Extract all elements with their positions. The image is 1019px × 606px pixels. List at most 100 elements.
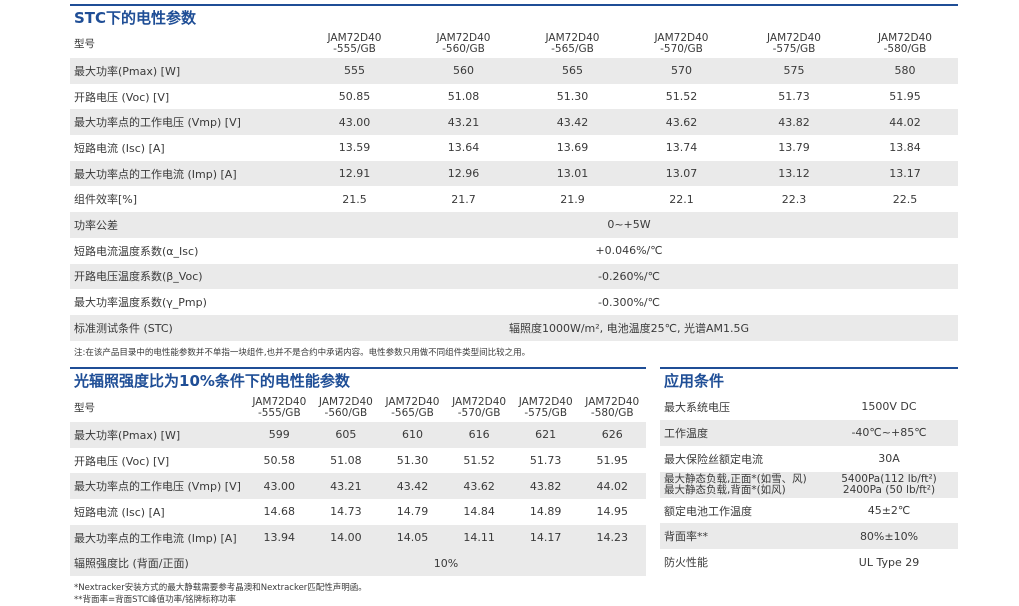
low-row-value: 14.23 [596, 531, 629, 545]
stc-row-value: 13.01 [556, 167, 589, 181]
app-row-label: 最大系统电压 [664, 400, 730, 414]
low-row-value: 14.11 [463, 531, 495, 545]
stc-row-value: 43.62 [665, 115, 698, 129]
stc-row-label: 开路电压 (Voc) [V] [74, 90, 170, 104]
stc-row-value: 13.74 [665, 141, 698, 155]
low-row-value: 14.68 [263, 505, 296, 519]
app-row: 防火性能 UL Type 29 [660, 549, 958, 575]
stc-row-label: 最大功率点的工作电压 (Vmp) [V] [74, 116, 241, 130]
stc-model-header: JAM72D40 -575/GB [767, 32, 821, 55]
stc-row-value: 560 [453, 64, 474, 78]
stc-row-value: 575 [783, 64, 805, 78]
stc-row-value: 43.00 [338, 115, 371, 129]
stc-note: 注:在该产品目录中的电性能参数并不单指一块组件,也并不是合约中承诺内容。电性参数… [74, 348, 531, 358]
stc-data-row: 组件效率[%] 21.5 21.7 21.9 22.1 22.3 22.5 [70, 186, 958, 212]
stc-span-row: 最大功率温度系数(γ_Pmp) -0.300%/℃ [70, 289, 958, 315]
stc-row-value: 51.08 [447, 90, 480, 104]
stc-row-value: 555 [344, 64, 365, 78]
low-row-value: 51.73 [529, 454, 562, 468]
low-data-row: 最大功率点的工作电流 (Imp) [A] 13.94 14.00 14.05 14.11… [70, 524, 646, 551]
low-row-value: 14.89 [529, 505, 562, 519]
low-header-label: 型号 [74, 401, 95, 414]
stc-span-value: -0.260%/℃ [598, 269, 660, 283]
low-row-value: 599 [268, 428, 290, 442]
stc-table: 型号 JAM72D40 -555/GB JAM72D40 -560/GB JAM72D… [70, 30, 958, 341]
low-row-value: 14.73 [330, 505, 362, 519]
stc-model-header: JAM72D40 -560/GB [436, 32, 491, 55]
low-row-value: 605 [335, 428, 357, 442]
low-data-row: 开路电压 (Voc) [V] 50.58 51.08 51.30 51.52 51.73 5… [70, 448, 646, 474]
app-row-value: 1500V DC [861, 400, 917, 414]
stc-model-header: JAM72D40 -565/GB [545, 32, 600, 55]
stc-row-value: 13.07 [665, 167, 698, 181]
footnote-bifaciality: **背面率=背面STC峰值功率/铭牌标称功率 [74, 595, 237, 605]
low-row-value: 626 [601, 428, 623, 442]
application-table: 最大系统电压 1500V DC 工作温度 -40℃~+85℃ 最大保险丝额定电流 30A 最… [660, 394, 958, 575]
low-data-row: 最大功率(Pmax) [W] 599 605 610 616 621 626 [70, 422, 646, 448]
low-row-value: 610 [401, 428, 423, 442]
low-row-value: 51.52 [463, 454, 495, 468]
app-row-value: 45±2℃ [867, 504, 911, 517]
stc-row-value: 51.52 [665, 90, 698, 104]
low-irradiance-section-title: 光辐照强度比为10%条件下的电性能参数 [70, 367, 646, 391]
application-section-title: 应用条件 [660, 367, 958, 391]
app-row: 额定电池工作温度 45±2℃ [660, 498, 958, 524]
stc-span-label: 开路电压温度系数(β_Voc) [74, 270, 203, 284]
stc-data-row: 最大功率(Pmax) [W] 555 560 565 570 575 580 [70, 58, 958, 84]
stc-model-header: JAM72D40 -580/GB [878, 32, 932, 55]
low-row-value: 14.05 [396, 531, 429, 545]
app-row-label: 工作温度 [664, 426, 708, 440]
low-row-value: 621 [535, 428, 557, 442]
stc-row-value: 13.12 [778, 167, 810, 181]
stc-data-row: 短路电流 (Isc) [A] 13.59 13.64 13.69 13.74 13.79 1… [70, 135, 958, 161]
stc-row-label: 组件效率[%] [74, 193, 138, 207]
low-ratio-value: 10% [433, 556, 459, 570]
app-row: 最大保险丝额定电流 30A [660, 446, 958, 472]
low-row-value: 50.58 [263, 454, 296, 468]
stc-span-value: +0.046%/℃ [595, 244, 663, 258]
low-row-value: 14.84 [463, 505, 495, 519]
stc-span-label: 标准测试条件 (STC) [74, 321, 173, 335]
stc-row-value: 13.79 [778, 141, 810, 155]
stc-row-value: 43.21 [447, 115, 480, 129]
app-row-value: -40℃~+85℃ [851, 426, 927, 440]
low-irradiance-table: 型号 JAM72D40 -555/GB JAM72D40 -560/GB JAM72D… [70, 394, 646, 577]
low-data-row: 短路电流 (Isc) [A] 14.68 14.73 14.79 14.84 14.89 1… [70, 499, 646, 525]
stc-row-value: 13.64 [447, 141, 480, 155]
app-row-label: 最大静态负载,正面*(如雪、风) 最大静态负载,背面*(如风) [664, 472, 807, 496]
stc-span-label: 功率公差 [74, 218, 118, 232]
stc-section-title: STC下的电性参数 [70, 4, 958, 28]
low-row-value: 51.08 [330, 454, 362, 468]
low-row-value: 43.82 [529, 479, 562, 493]
stc-row-value: 580 [894, 64, 916, 78]
stc-data-row: 最大功率点的工作电流 (Imp) [A] 12.91 12.96 13.01 13.07… [70, 160, 958, 187]
stc-span-row: 开路电压温度系数(β_Voc) -0.260%/℃ [70, 263, 958, 290]
stc-row-value: 22.1 [669, 192, 694, 206]
app-row-value: 5400Pa(112 lb/ft²) 2400Pa (50 lb/ft²) [841, 472, 937, 496]
app-row: 工作温度 -40℃~+85℃ [660, 419, 958, 446]
app-row: 最大静态负载,正面*(如雪、风) 最大静态负载,背面*(如风) 5400Pa(11… [660, 471, 958, 498]
low-model-header: JAM72D40 -570/GB [452, 396, 507, 419]
low-row-value: 14.79 [396, 505, 429, 519]
stc-span-label: 最大功率温度系数(γ_Pmp) [74, 296, 207, 310]
footnote-nextracker: *Nextracker安装方式的最大静载需要参考晶澳和Nextracker匹配性… [74, 583, 367, 593]
low-row-value: 43.42 [396, 479, 429, 493]
app-row-label: 额定电池工作温度 [664, 504, 752, 518]
stc-model-header: JAM72D40 -555/GB [327, 32, 382, 55]
stc-span-label: 短路电流温度系数(α_Isc) [74, 244, 199, 258]
stc-row-value: 13.69 [556, 141, 589, 155]
stc-row-value: 43.42 [556, 115, 589, 129]
app-row-value: 30A [878, 452, 900, 466]
low-row-value: 14.00 [330, 531, 362, 545]
low-ratio-row: 辐照强度比 (背面/正面) 10% [70, 550, 646, 577]
stc-row-value: 570 [671, 64, 692, 78]
stc-row-value: 22.3 [781, 192, 807, 206]
low-row-label: 开路电压 (Voc) [V] [74, 454, 170, 468]
stc-span-row: 短路电流温度系数(α_Isc) +0.046%/℃ [70, 238, 958, 264]
stc-row-value: 13.59 [338, 141, 371, 155]
stc-span-row: 功率公差 0~+5W [70, 212, 958, 238]
low-row-value: 43.21 [330, 479, 362, 493]
stc-row-value: 50.85 [338, 90, 371, 104]
stc-span-value: 0~+5W [607, 218, 651, 232]
stc-row-label: 最大功率点的工作电流 (Imp) [A] [74, 167, 237, 181]
